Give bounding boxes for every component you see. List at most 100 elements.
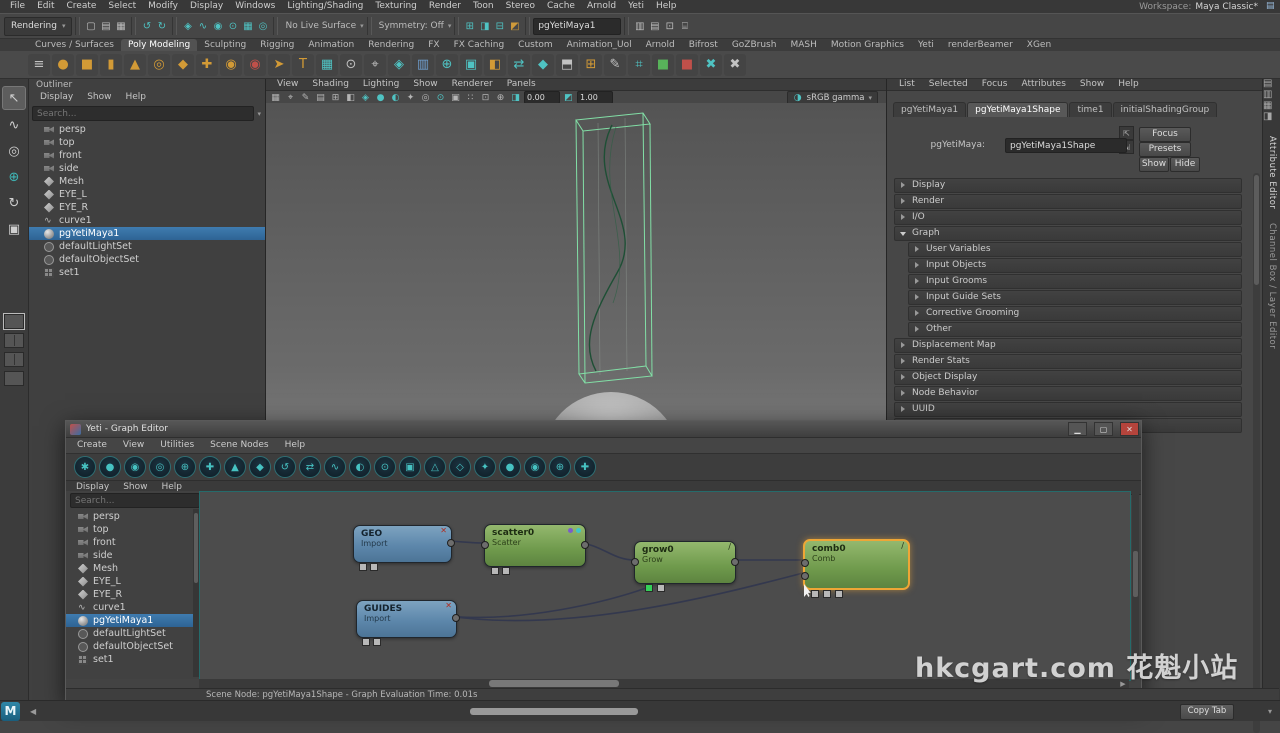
shelf-icon-poly-sphere[interactable] — [52, 54, 74, 76]
shelf-icon-extrude[interactable] — [484, 54, 506, 76]
make-live-icon[interactable] — [255, 19, 270, 34]
node-port[interactable] — [373, 638, 381, 646]
shelf-icon-booleans[interactable] — [388, 54, 410, 76]
viewport-menu-panels[interactable]: Panels — [501, 78, 542, 90]
shelf-icon-smooth[interactable] — [556, 54, 578, 76]
yeti-tool-icon[interactable] — [449, 456, 471, 478]
yeti-tool-icon[interactable] — [74, 456, 96, 478]
ge-vscrollbar-thumb[interactable] — [1133, 551, 1138, 597]
node-flag-icon[interactable] — [568, 528, 573, 533]
exposure-icon[interactable] — [509, 92, 522, 103]
shelf-tab-renderbeamer[interactable]: renderBeamer — [941, 39, 1020, 51]
ae-tab-initialshadinggroup[interactable]: initialShadingGroup — [1113, 102, 1218, 117]
maximize-button[interactable] — [1094, 422, 1113, 436]
ae-section-displacement-map[interactable]: Displacement Map — [894, 338, 1242, 353]
move-tool-icon[interactable] — [3, 166, 25, 188]
shelf-tab-yeti[interactable]: Yeti — [911, 39, 941, 51]
lighting-icon[interactable] — [404, 92, 417, 103]
shelf-tab-xgen[interactable]: XGen — [1020, 39, 1058, 51]
menu-yeti[interactable]: Yeti — [622, 0, 650, 13]
menu-help[interactable]: Help — [650, 0, 683, 13]
shelf-icon-reduce[interactable] — [676, 54, 698, 76]
ae-section-render-stats[interactable]: Render Stats — [894, 354, 1242, 369]
shelf-icon-sculpt-sphere[interactable] — [244, 54, 266, 76]
node-bypass-icon[interactable] — [440, 527, 447, 535]
node-port[interactable] — [811, 590, 819, 598]
dock-attribute-editor-icon[interactable] — [1263, 78, 1272, 89]
shelf-tab-fx[interactable]: FX — [421, 39, 446, 51]
ae-menu-selected[interactable]: Selected — [923, 78, 974, 90]
ae-section-input-guide-sets[interactable]: Input Guide Sets — [908, 290, 1242, 305]
camera-attributes-icon[interactable] — [299, 92, 312, 103]
node-flag-icon[interactable] — [576, 528, 581, 533]
node-port[interactable] — [502, 567, 510, 575]
layout-persp-outliner-button[interactable] — [4, 371, 24, 386]
dock-tab-channel-box[interactable]: Channel Box / Layer Editor — [1267, 223, 1277, 349]
quick-selection-field[interactable] — [533, 18, 621, 35]
statusline-separator[interactable] — [172, 17, 177, 35]
statusline-separator[interactable] — [131, 17, 136, 35]
shelf-tab-bifrost[interactable]: Bifrost — [682, 39, 725, 51]
chevron-down-icon[interactable] — [257, 110, 261, 118]
shelf-tab-mash[interactable]: MASH — [783, 39, 823, 51]
node-port[interactable] — [359, 563, 367, 571]
node-scatter0[interactable]: scatter0 Scatter — [484, 524, 586, 567]
outliner-menu-help[interactable]: Help — [119, 91, 152, 104]
ae-tab-pgyetimaya1shape[interactable]: pgYetiMaya1Shape — [967, 102, 1068, 117]
ae-show-button[interactable]: Show — [1139, 157, 1169, 172]
shelf-icon-sweep-mesh[interactable] — [316, 54, 338, 76]
outliner-menu-show[interactable]: Show — [81, 91, 117, 104]
node-input-port[interactable] — [481, 541, 489, 549]
shelf-icon-bevel[interactable] — [532, 54, 554, 76]
ae-presets-button[interactable]: Presets — [1139, 142, 1191, 157]
ge-outliner-item-mesh[interactable]: Mesh — [66, 562, 199, 575]
yeti-tool-icon[interactable] — [224, 456, 246, 478]
node-port[interactable] — [835, 590, 843, 598]
ae-scrollbar-thumb[interactable] — [1254, 175, 1259, 285]
yeti-tool-icon[interactable] — [299, 456, 321, 478]
lock-camera-icon[interactable] — [284, 92, 297, 103]
menu-toon[interactable]: Toon — [467, 0, 500, 13]
sidebar-toolsettings-icon[interactable] — [662, 19, 677, 34]
shelf-icon-poly-cylinder[interactable] — [100, 54, 122, 76]
shelf-icon-poly-arrow[interactable] — [268, 54, 290, 76]
shelf-icon-poly-text[interactable] — [292, 54, 314, 76]
shelf-icon-crease[interactable] — [604, 54, 626, 76]
shelf-icon-delete-edge[interactable] — [700, 54, 722, 76]
menu-texturing[interactable]: Texturing — [369, 0, 423, 13]
outliner-menu-display[interactable]: Display — [34, 91, 79, 104]
ae-hide-button[interactable]: Hide — [1170, 157, 1200, 172]
save-scene-icon[interactable] — [113, 19, 128, 34]
render-settings-icon[interactable] — [507, 19, 522, 34]
shelf-tab-arnold[interactable]: Arnold — [639, 39, 682, 51]
snap-projected-center-icon[interactable] — [225, 19, 240, 34]
motion-blur-icon[interactable] — [449, 92, 462, 103]
outliner-item-defaultobjectset[interactable]: defaultObjectSet — [28, 253, 265, 266]
select-tool-icon[interactable] — [2, 86, 26, 110]
sidebar-channelbox-icon[interactable] — [632, 19, 647, 34]
shelf-tab-rendering[interactable]: Rendering — [361, 39, 421, 51]
workspace-menu-icon[interactable] — [1266, 1, 1278, 12]
sidebar-attreditor-icon[interactable] — [647, 19, 662, 34]
dock-channel-box-icon[interactable] — [1263, 100, 1272, 111]
undo-icon[interactable] — [139, 19, 154, 34]
shelf-icon-separate[interactable] — [460, 54, 482, 76]
shelf-icon-poly-pipe[interactable] — [196, 54, 218, 76]
ge-menu-create[interactable]: Create — [70, 438, 114, 453]
yeti-tool-icon[interactable] — [149, 456, 171, 478]
snap-view-plane-icon[interactable] — [240, 19, 255, 34]
viewport-menu-renderer[interactable]: Renderer — [446, 78, 499, 90]
yeti-tool-icon[interactable] — [274, 456, 296, 478]
ge-outliner-item-defaultlightset[interactable]: defaultLightSet — [66, 627, 199, 640]
wireframe-mode-icon[interactable] — [359, 92, 372, 103]
node-comb0[interactable]: comb0 Comb — [803, 539, 910, 590]
node-grow0[interactable]: grow0 Grow — [634, 541, 736, 584]
ae-section-display[interactable]: Display — [894, 178, 1242, 193]
yeti-tool-icon[interactable] — [124, 456, 146, 478]
node-port-connected[interactable] — [645, 584, 653, 592]
menu-file[interactable]: File — [4, 0, 31, 13]
xray-icon[interactable] — [494, 92, 507, 103]
ge-outliner-item-defaultobjectset[interactable]: defaultObjectSet — [66, 640, 199, 653]
menu-edit[interactable]: Edit — [31, 0, 60, 13]
shelf-tab-motion-graphics[interactable]: Motion Graphics — [824, 39, 911, 51]
